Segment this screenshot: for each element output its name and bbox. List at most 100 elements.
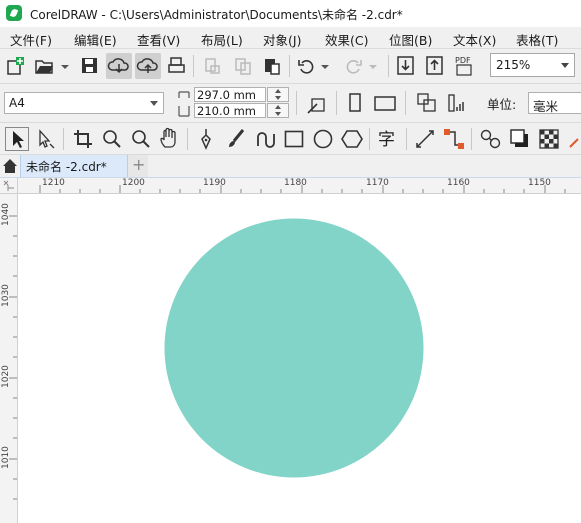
- page-dimensions-icon: [178, 91, 190, 117]
- paste-icon[interactable]: [262, 56, 282, 76]
- svg-text:字: 字: [378, 130, 395, 150]
- vertical-ruler[interactable]: 1040 1030 1020 1010: [0, 194, 18, 523]
- polygon-tool-icon[interactable]: [341, 128, 363, 150]
- import-icon[interactable]: [396, 55, 416, 77]
- menu-view[interactable]: 查看(V): [137, 30, 180, 49]
- redo-icon[interactable]: [343, 56, 379, 76]
- chevron-down-icon: [561, 63, 569, 68]
- toolbar-separator: [63, 128, 64, 150]
- publish-pdf-icon[interactable]: PDF: [454, 54, 476, 78]
- copy-icon[interactable]: [233, 56, 253, 76]
- ruler-label: 1150: [528, 178, 551, 188]
- page-height-stepper[interactable]: [267, 103, 289, 118]
- menu-edit[interactable]: 编辑(E): [74, 30, 117, 49]
- svg-text:PDF: PDF: [455, 56, 471, 65]
- ruler-label: 1180: [284, 178, 307, 188]
- transform-page-icon[interactable]: [306, 93, 328, 115]
- page-size-value: A4: [9, 96, 25, 110]
- ruler-label: 1030: [1, 284, 11, 307]
- zoom-level-select[interactable]: 215%: [490, 53, 575, 77]
- ruler-label: 1170: [366, 178, 389, 188]
- cloud-download-icon: [107, 58, 129, 74]
- ruler-origin-icon: [3, 180, 14, 191]
- connector-tool-icon[interactable]: [443, 128, 465, 150]
- canvas-artwork: [164, 218, 424, 478]
- drop-shadow-tool-icon[interactable]: [509, 128, 531, 150]
- menu-table[interactable]: 表格(T): [516, 30, 558, 49]
- landscape-icon[interactable]: [373, 92, 397, 114]
- cut-icon[interactable]: [203, 56, 223, 76]
- crop-tool-icon[interactable]: [72, 128, 94, 150]
- toolbar-separator: [471, 128, 472, 150]
- print-icon[interactable]: [167, 56, 187, 76]
- pan-tool-icon[interactable]: [159, 127, 181, 151]
- portrait-icon[interactable]: [346, 92, 364, 114]
- cloud-upload-button[interactable]: [135, 53, 161, 79]
- window-title: CorelDRAW - C:\Users\Administrator\Docum…: [30, 8, 403, 22]
- vertical-ruler-ticks: [9, 215, 17, 500]
- home-icon[interactable]: [2, 158, 18, 174]
- unit-value: 毫米: [533, 99, 559, 114]
- cloud-upload-icon: [136, 58, 158, 73]
- menu-file[interactable]: 文件(F): [10, 30, 52, 49]
- zoom-out-tool-icon[interactable]: [130, 128, 152, 150]
- document-tab[interactable]: 未命名 -2.cdr*: [20, 155, 128, 177]
- pen-tool-icon[interactable]: [196, 127, 218, 151]
- toolbar-separator: [296, 91, 297, 115]
- new-tab-button[interactable]: +: [128, 155, 148, 177]
- document-tab-bar: 未命名 -2.cdr* +: [0, 155, 581, 178]
- blend-tool-icon[interactable]: [480, 128, 502, 150]
- all-pages-icon[interactable]: [416, 92, 438, 114]
- toolbar-separator: [193, 55, 194, 77]
- menu-text[interactable]: 文本(X): [453, 30, 496, 49]
- menu-layout[interactable]: 布局(L): [201, 30, 243, 49]
- bezier-tool-icon[interactable]: [254, 128, 276, 150]
- page-width-stepper[interactable]: [267, 87, 289, 102]
- toolbar-separator: [405, 91, 406, 115]
- page-width-field[interactable]: 297.0 mm: [194, 87, 266, 102]
- toolbar-separator: [406, 128, 407, 150]
- title-bar: CorelDRAW - C:\Users\Administrator\Docum…: [0, 0, 581, 27]
- dimension-tool-icon[interactable]: [414, 128, 436, 150]
- shape-tool-icon[interactable]: [35, 128, 59, 150]
- artistic-media-tool-icon[interactable]: [225, 128, 247, 150]
- drawing-canvas[interactable]: [18, 194, 581, 523]
- current-page-icon[interactable]: [446, 92, 468, 114]
- document-tab-label: 未命名 -2.cdr*: [26, 160, 107, 174]
- toolbar-separator: [336, 91, 337, 115]
- zoom-tool-icon[interactable]: [101, 128, 123, 150]
- eyedropper-tool-icon[interactable]: [567, 129, 581, 149]
- text-tool-icon[interactable]: 字: [377, 127, 399, 151]
- open-document-icon[interactable]: [34, 56, 70, 76]
- unit-select[interactable]: 毫米: [528, 92, 581, 114]
- save-icon[interactable]: [80, 56, 100, 76]
- transparency-tool-icon[interactable]: [538, 128, 560, 150]
- new-document-icon[interactable]: [6, 56, 26, 76]
- plus-icon: +: [132, 155, 146, 174]
- menu-object[interactable]: 对象(J): [263, 30, 301, 49]
- ruler-label: 1210: [42, 178, 65, 188]
- page-height-field[interactable]: 210.0 mm: [194, 103, 266, 118]
- menu-bar: 文件(F) 编辑(E) 查看(V) 布局(L) 对象(J) 效果(C) 位图(B…: [0, 27, 581, 49]
- menu-bitmaps[interactable]: 位图(B): [389, 30, 432, 49]
- page-height-value: 210.0 mm: [197, 104, 256, 118]
- page-size-select[interactable]: A4: [4, 92, 164, 114]
- horizontal-ruler[interactable]: 1210 1200 1190 1180 1170 1160 1150: [18, 178, 581, 194]
- chevron-down-icon: [150, 101, 158, 106]
- page-width-value: 297.0 mm: [197, 88, 256, 102]
- export-icon[interactable]: [425, 55, 445, 77]
- zoom-level-value: 215%: [496, 58, 531, 72]
- ruler-label: 1190: [203, 178, 226, 188]
- property-bar: A4 297.0 mm 210.0 mm 单位: 毫米: [0, 84, 581, 123]
- toolbar-separator: [187, 128, 188, 150]
- toolbar-separator: [289, 55, 290, 77]
- menu-effects[interactable]: 效果(C): [325, 30, 368, 49]
- pick-tool-icon[interactable]: [5, 127, 29, 151]
- ellipse-tool-icon[interactable]: [312, 128, 334, 150]
- circle-shape[interactable]: [164, 218, 424, 478]
- ruler-origin[interactable]: [0, 178, 18, 194]
- cloud-download-button[interactable]: [106, 53, 132, 79]
- ruler-label: 1160: [447, 178, 470, 188]
- undo-icon[interactable]: [297, 56, 331, 76]
- rectangle-tool-icon[interactable]: [283, 128, 305, 150]
